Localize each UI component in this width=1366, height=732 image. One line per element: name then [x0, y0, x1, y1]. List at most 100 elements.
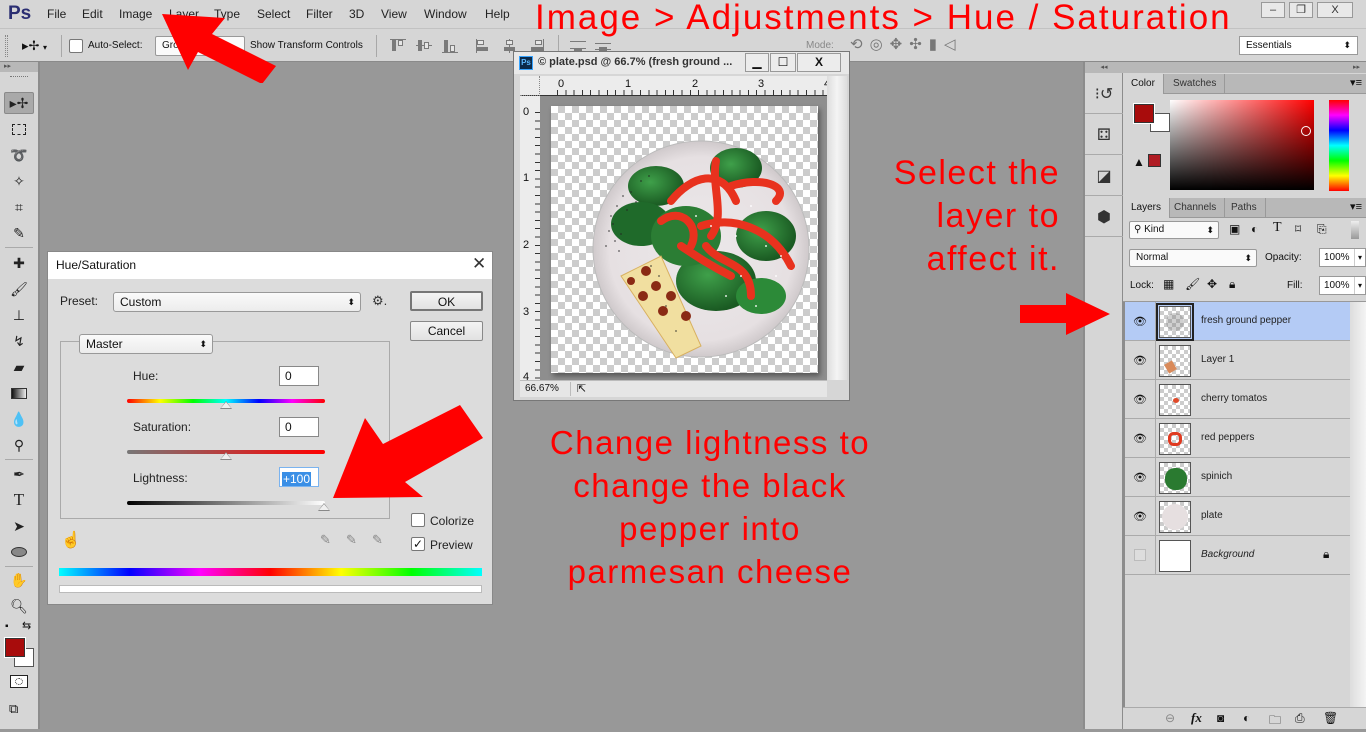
- link-layers-icon[interactable]: ⊖: [1165, 711, 1175, 725]
- tab-color[interactable]: Color: [1123, 74, 1164, 94]
- menu-view[interactable]: View: [381, 7, 407, 21]
- layer-name[interactable]: Background: [1201, 549, 1254, 560]
- magic-wand-tool-icon[interactable]: ✧: [4, 170, 34, 192]
- collapse-tools-icon[interactable]: ▸▸: [0, 62, 38, 72]
- document-title-bar[interactable]: Ps © plate.psd @ 66.7% (fresh ground ...…: [514, 52, 849, 74]
- eyedropper-icon[interactable]: ✎: [320, 532, 331, 548]
- crop-tool-icon[interactable]: ⌗: [4, 196, 34, 218]
- document-maximize-button[interactable]: ☐: [770, 53, 796, 72]
- default-colors-icon[interactable]: ▪: [5, 621, 9, 632]
- color-field[interactable]: [1170, 100, 1314, 190]
- menu-3d[interactable]: 3D: [349, 7, 364, 21]
- layer-name[interactable]: cherry tomatos: [1201, 393, 1267, 404]
- swap-colors-icon[interactable]: ⇆: [22, 619, 31, 632]
- filter-adjustment-icon[interactable]: ◐: [1251, 222, 1258, 236]
- lock-image-pixels-icon[interactable]: 🖌: [1185, 277, 1200, 291]
- filter-smart-object-icon[interactable]: ⎘: [1317, 222, 1327, 237]
- targeted-adjustment-hand-icon[interactable]: ☝: [61, 530, 81, 550]
- tab-layers[interactable]: Layers: [1123, 198, 1171, 218]
- hand-tool-icon[interactable]: ✋: [4, 569, 34, 591]
- eye-icon[interactable]: 👁︎: [1133, 354, 1147, 367]
- saturation-slider-thumb[interactable]: [220, 452, 232, 460]
- layer-name[interactable]: plate: [1201, 510, 1223, 521]
- lightness-input[interactable]: +100: [279, 467, 319, 487]
- quick-mask-icon[interactable]: [10, 675, 28, 688]
- colorize-checkbox[interactable]: [411, 513, 425, 527]
- share-icon[interactable]: ⇱: [570, 382, 592, 396]
- menu-window[interactable]: Window: [424, 7, 467, 21]
- align-vertical-centers-icon[interactable]: [416, 39, 432, 53]
- auto-select-checkbox[interactable]: [69, 39, 83, 53]
- rectangular-marquee-tool-icon[interactable]: [4, 118, 34, 140]
- zoom-tool-icon[interactable]: 🔍︎: [4, 595, 34, 617]
- menu-edit[interactable]: Edit: [82, 7, 103, 21]
- chevron-down-icon[interactable]: ▾: [1353, 249, 1362, 266]
- lightness-slider-track[interactable]: [127, 501, 325, 505]
- grip-handle[interactable]: [10, 76, 28, 79]
- close-button[interactable]: X: [1317, 2, 1353, 18]
- screen-mode-icon[interactable]: ⧉: [9, 701, 29, 717]
- layer-name[interactable]: Layer 1: [1201, 354, 1234, 365]
- foreground-color-swatch[interactable]: [1133, 103, 1155, 124]
- pen-tool-icon[interactable]: ✒: [4, 463, 34, 485]
- 3d-panel-icon[interactable]: ⬢: [1085, 197, 1123, 237]
- eyedropper-subtract-icon[interactable]: ✎: [372, 532, 383, 548]
- filter-pixel-icon[interactable]: ▣: [1229, 222, 1240, 236]
- eraser-tool-icon[interactable]: ▰: [4, 356, 34, 378]
- path-selection-tool-icon[interactable]: ➤: [4, 515, 34, 537]
- canvas[interactable]: [551, 106, 818, 373]
- clone-stamp-tool-icon[interactable]: ⊥: [4, 304, 34, 326]
- blur-tool-icon[interactable]: 💧: [4, 408, 34, 430]
- document-vertical-scrollbar[interactable]: [827, 76, 847, 380]
- collapse-dock-icon[interactable]: ◂◂: [1085, 62, 1123, 73]
- hue-slider-thumb[interactable]: [220, 401, 232, 409]
- adjustments-panel-icon[interactable]: ◪: [1085, 156, 1123, 196]
- layer-style-fx-icon[interactable]: fx: [1191, 710, 1202, 726]
- out-of-gamut-warning-icon[interactable]: ▲: [1133, 155, 1145, 169]
- channel-dropdown[interactable]: Master ⬍: [79, 334, 213, 354]
- move-tool-icon[interactable]: ▸✢: [4, 92, 34, 114]
- visibility-toggle-off[interactable]: [1134, 549, 1146, 561]
- layer-row[interactable]: 👁︎ Layer 1: [1125, 341, 1350, 380]
- eye-icon[interactable]: 👁︎: [1133, 471, 1147, 484]
- layer-row[interactable]: Background 🔒︎: [1125, 536, 1350, 575]
- layer-row[interactable]: 👁︎ fresh ground pepper: [1125, 302, 1350, 341]
- ruler-origin[interactable]: [520, 76, 540, 96]
- layer-row[interactable]: 👁︎ cherry tomatos: [1125, 380, 1350, 419]
- grip-handle[interactable]: [5, 35, 8, 57]
- new-layer-icon[interactable]: ⎙: [1295, 711, 1305, 726]
- document-minimize-button[interactable]: ▁: [745, 53, 769, 72]
- align-top-edges-icon[interactable]: [390, 39, 406, 53]
- dodge-tool-icon[interactable]: ⚲: [4, 434, 34, 456]
- layers-scrollbar[interactable]: [1350, 302, 1366, 707]
- zoom-level[interactable]: 66.67%: [525, 383, 559, 394]
- lock-position-icon[interactable]: ✥: [1207, 277, 1217, 291]
- lock-transparent-pixels-icon[interactable]: ▦: [1163, 277, 1174, 291]
- brush-tool-icon[interactable]: 🖌: [4, 278, 34, 300]
- restore-button[interactable]: ❐: [1289, 2, 1313, 18]
- gear-icon[interactable]: ⚙.: [372, 293, 387, 309]
- type-tool-icon[interactable]: T: [4, 489, 34, 511]
- hue-spectrum-slider[interactable]: [1329, 100, 1349, 191]
- saturation-input[interactable]: 0: [279, 417, 319, 437]
- minimize-button[interactable]: –: [1261, 2, 1285, 18]
- expand-panels-icon[interactable]: ▸▸: [1123, 62, 1366, 73]
- workspace-dropdown[interactable]: Essentials ⬍: [1239, 36, 1358, 55]
- panel-menu-icon[interactable]: ▾≡: [1350, 200, 1362, 213]
- ellipse-tool-icon[interactable]: [4, 541, 34, 563]
- gradient-tool-icon[interactable]: [4, 382, 34, 404]
- layer-name[interactable]: red peppers: [1201, 432, 1254, 443]
- menu-image[interactable]: Image: [119, 7, 152, 21]
- foreground-color-swatch[interactable]: [4, 637, 26, 658]
- panel-menu-icon[interactable]: ▾≡: [1350, 76, 1362, 89]
- history-brush-tool-icon[interactable]: ↯: [4, 330, 34, 352]
- lasso-tool-icon[interactable]: ➰: [4, 144, 34, 166]
- gamut-color-swatch[interactable]: [1148, 154, 1161, 167]
- lock-all-icon[interactable]: 🔒︎: [1229, 277, 1235, 292]
- canvas-area[interactable]: [540, 96, 827, 380]
- eye-icon[interactable]: 👁︎: [1133, 393, 1147, 406]
- ok-button[interactable]: OK: [410, 291, 483, 311]
- menu-help[interactable]: Help: [485, 7, 510, 21]
- layer-row[interactable]: 👁︎ plate: [1125, 497, 1350, 536]
- layer-row[interactable]: 👁︎ spinich: [1125, 458, 1350, 497]
